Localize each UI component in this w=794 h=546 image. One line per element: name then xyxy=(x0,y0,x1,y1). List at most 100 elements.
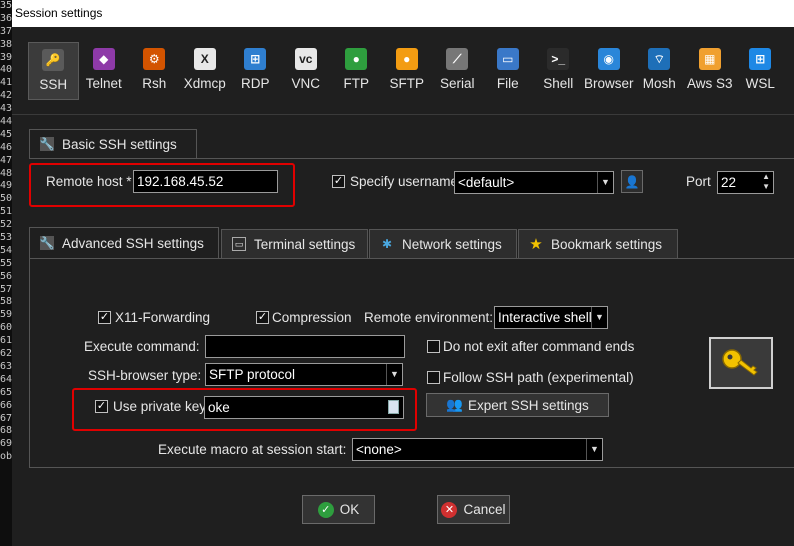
tab-basic-ssh-settings[interactable]: 🔧 Basic SSH settings xyxy=(29,129,197,159)
tab-network-settings[interactable]: ✱ Network settings xyxy=(369,229,517,259)
compression-checkbox[interactable]: ✓ xyxy=(256,311,269,324)
tab-terminal-settings[interactable]: ▭ Terminal settings xyxy=(221,229,368,259)
ssh-browser-type-value: SFTP protocol xyxy=(209,367,296,382)
protocol-label: Rsh xyxy=(142,76,167,91)
execute-macro-select[interactable]: <none> ▼ xyxy=(352,438,603,461)
protocol-button-xdmcp[interactable]: X Xdmcp xyxy=(180,42,231,100)
line-number: 38 xyxy=(0,38,12,50)
ok-label: OK xyxy=(339,502,360,517)
protocol-button-vnc[interactable]: vc VNC xyxy=(281,42,332,100)
user-icon: 👤 xyxy=(624,174,640,189)
protocol-button-sftp[interactable]: ● SFTP xyxy=(382,42,433,100)
tab-label: Advanced SSH settings xyxy=(62,235,204,251)
tab-bookmark-settings[interactable]: ★ Bookmark settings xyxy=(518,229,678,259)
line-number: 64 xyxy=(0,373,12,385)
execute-macro-value: <none> xyxy=(356,442,402,457)
vnc-icon: vc xyxy=(294,48,317,70)
x11-forwarding-checkbox[interactable]: ✓ xyxy=(98,311,111,324)
remote-host-input[interactable]: 192.168.45.52 xyxy=(133,170,278,193)
username-value: <default> xyxy=(458,175,515,190)
xdmcp-icon: X xyxy=(193,48,216,70)
cancel-label: Cancel xyxy=(463,502,506,517)
protocol-button-shell[interactable]: >_ Shell xyxy=(533,42,584,100)
username-select[interactable]: <default> ▼ xyxy=(454,171,614,194)
line-number: 48 xyxy=(0,167,12,179)
line-number: 44 xyxy=(0,116,12,128)
telnet-icon: ◆ xyxy=(92,48,115,70)
wsl-icon: ⊞ xyxy=(749,48,772,70)
wrench-icon: 🔧 xyxy=(39,236,55,250)
cancel-icon: ✕ xyxy=(441,501,458,518)
chevron-down-icon: ▼ xyxy=(591,307,607,328)
port-input[interactable]: 22 ▲ ▼ xyxy=(717,171,774,194)
compression-label: Compression xyxy=(272,310,352,325)
protocol-button-ftp[interactable]: ● FTP xyxy=(331,42,382,100)
rdp-icon: ⊞ xyxy=(244,48,267,70)
protocol-label: Telnet xyxy=(85,76,122,91)
line-number: 67 xyxy=(0,412,12,424)
follow-ssh-path-checkbox[interactable] xyxy=(427,371,440,384)
tab-label: Terminal settings xyxy=(254,236,356,252)
protocol-button-file[interactable]: ▭ File xyxy=(483,42,534,100)
serial-icon: ⟋ xyxy=(446,48,469,70)
expert-ssh-settings-button[interactable]: 👥 Expert SSH settings xyxy=(426,393,609,417)
browser-icon: ◉ xyxy=(597,48,620,70)
check-icon: ✓ xyxy=(317,501,334,518)
do-not-exit-label: Do not exit after command ends xyxy=(443,339,635,354)
line-number: 36 xyxy=(0,12,12,24)
line-number: 39 xyxy=(0,51,12,63)
remote-environment-label: Remote environment: xyxy=(364,310,494,325)
protocol-button-mosh[interactable]: ⌔ Mosh xyxy=(634,42,685,100)
network-icon: ✱ xyxy=(381,237,393,251)
protocol-button-rdp[interactable]: ⊞ RDP xyxy=(230,42,281,100)
line-number: 68 xyxy=(0,425,12,437)
protocol-label: WSL xyxy=(745,76,775,91)
line-number: 69 xyxy=(0,438,12,450)
line-number: 54 xyxy=(0,244,12,256)
ssh-browser-type-label: SSH-browser type: xyxy=(88,368,202,383)
line-number: 53 xyxy=(0,232,12,244)
spinner-icon[interactable]: ▲ ▼ xyxy=(762,172,770,192)
chevron-down-icon: ▼ xyxy=(386,364,402,385)
tab-advanced-ssh-settings[interactable]: 🔧 Advanced SSH settings xyxy=(29,227,219,259)
star-icon: ★ xyxy=(529,236,543,253)
ok-button[interactable]: ✓ OK xyxy=(302,495,375,524)
protocol-button-aws-s3[interactable]: ▦ Aws S3 xyxy=(685,42,736,100)
private-key-value: oke xyxy=(208,400,230,415)
private-key-input[interactable]: oke xyxy=(204,396,404,419)
ssh-icon: 🔑 xyxy=(42,49,65,71)
execute-command-input[interactable] xyxy=(205,335,405,358)
use-private-key-label: Use private key xyxy=(113,399,207,414)
protocol-button-ssh[interactable]: 🔑 SSH xyxy=(28,42,79,100)
protocol-button-serial[interactable]: ⟋ Serial xyxy=(432,42,483,100)
remote-environment-value: Interactive shell xyxy=(498,310,592,325)
ssh-browser-type-select[interactable]: SFTP protocol ▼ xyxy=(205,363,403,386)
protocol-button-wsl[interactable]: ⊞ WSL xyxy=(735,42,786,100)
line-number: 62 xyxy=(0,348,12,360)
document-icon[interactable] xyxy=(388,400,399,414)
protocol-button-browser[interactable]: ◉ Browser xyxy=(584,42,635,100)
aws-s3-icon: ▦ xyxy=(698,48,721,70)
use-private-key-checkbox[interactable]: ✓ xyxy=(95,400,108,413)
specify-username-checkbox[interactable]: ✓ xyxy=(332,175,345,188)
protocol-button-rsh[interactable]: ⚙ Rsh xyxy=(129,42,180,100)
chevron-down-icon: ▼ xyxy=(597,172,613,193)
line-number: 63 xyxy=(0,360,12,372)
rsh-icon: ⚙ xyxy=(143,48,166,70)
specify-username-label: Specify username xyxy=(350,174,459,189)
tab-label: Bookmark settings xyxy=(551,236,663,252)
cancel-button[interactable]: ✕ Cancel xyxy=(437,495,510,524)
user-manager-button[interactable]: 👤 xyxy=(621,170,643,193)
protocol-label: File xyxy=(496,76,519,91)
x11-forwarding-label: X11-Forwarding xyxy=(115,310,211,325)
protocol-label: FTP xyxy=(343,76,370,91)
file-icon: ▭ xyxy=(496,48,519,70)
remote-environment-select[interactable]: Interactive shell ▼ xyxy=(494,306,608,329)
shell-icon: >_ xyxy=(547,48,570,70)
sftp-icon: ● xyxy=(395,48,418,70)
protocol-toolbar: 🔑 SSH ◆ Telnet ⚙ Rsh X Xdmcp ⊞ RDP vc VNC ● FTP ● SFTP ⟋… xyxy=(28,42,786,100)
do-not-exit-checkbox[interactable] xyxy=(427,340,440,353)
protocol-button-telnet[interactable]: ◆ Telnet xyxy=(79,42,130,100)
line-number: 61 xyxy=(0,335,12,347)
wrench-icon: 🔧 xyxy=(39,137,55,151)
